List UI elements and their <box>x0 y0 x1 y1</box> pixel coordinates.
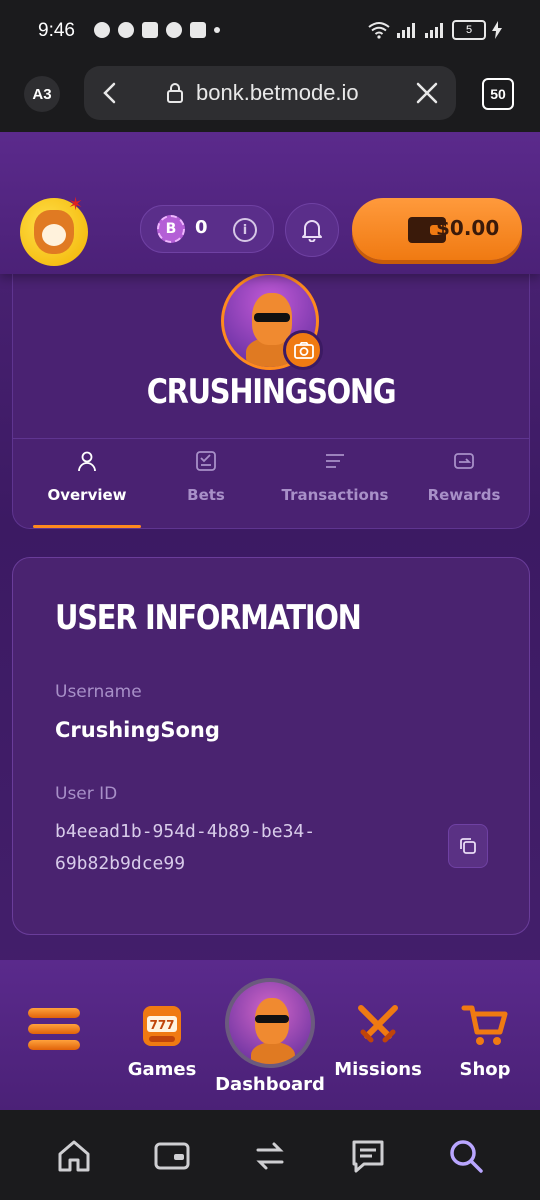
tab-transactions-label: Transactions <box>281 486 389 504</box>
tab-overview[interactable]: Overview <box>33 440 141 528</box>
nav-missions[interactable]: Missions <box>334 1000 422 1080</box>
browser-bottom-bar <box>0 1110 540 1200</box>
wallet-balance: $0.00 <box>436 216 500 240</box>
back-icon[interactable] <box>102 81 118 105</box>
section-title: USER INFORMATION <box>55 598 362 638</box>
slot-machine-icon: 777 <box>143 1006 181 1046</box>
crossed-swords-icon <box>358 1005 398 1043</box>
bonk-balance-pill[interactable]: B 0 i <box>140 205 274 253</box>
nav-dashboard[interactable]: Dashboard <box>214 960 326 1095</box>
logo-spark-icon: ✶ <box>68 194 84 215</box>
dashboard-avatar <box>225 978 315 1068</box>
profile-tabs: Overview Bets Transactions Rewards <box>13 440 529 528</box>
browser-toolbar: A3 bonk.betmode.io 50 <box>0 60 540 132</box>
signal-icon <box>397 23 415 38</box>
nav-dashboard-label: Dashboard <box>215 1074 325 1095</box>
site-header: ✶ B 0 i $0.00 <box>0 132 540 274</box>
tab-bets[interactable]: Bets <box>157 440 255 528</box>
nav-missions-label: Missions <box>334 1059 422 1080</box>
notification-icons <box>94 22 220 38</box>
avatar-sunglasses <box>254 313 290 322</box>
divider <box>13 438 529 439</box>
tab-overview-label: Overview <box>47 486 127 504</box>
youtube-icon <box>190 22 206 38</box>
wallet-button[interactable]: $0.00 <box>352 198 522 260</box>
battery-indicator: 5 <box>452 20 486 40</box>
wallet-card-icon[interactable] <box>152 1136 192 1176</box>
change-avatar-button[interactable] <box>283 330 323 370</box>
close-icon[interactable] <box>416 82 438 104</box>
nav-games[interactable]: 777 Games <box>124 1000 200 1080</box>
browser-profile-badge[interactable]: A3 <box>24 76 60 112</box>
tab-bets-label: Bets <box>187 486 225 504</box>
url-text[interactable]: bonk.betmode.io <box>196 80 359 106</box>
charging-icon <box>492 21 502 39</box>
system-icons: 5 <box>368 20 502 40</box>
bonk-balance: 0 <box>195 217 208 238</box>
username-label: Username <box>55 682 142 702</box>
bonk-logo[interactable]: ✶ <box>20 194 88 266</box>
rewards-icon <box>454 453 474 469</box>
menu-button[interactable] <box>28 1008 80 1050</box>
site-bottom-nav: 777 Games Dashboard Missions Shop <box>0 960 540 1110</box>
list-icon <box>326 454 344 468</box>
more-notifications-dot <box>214 27 220 33</box>
swap-icon[interactable] <box>250 1136 290 1176</box>
tab-rewards[interactable]: Rewards <box>415 440 513 528</box>
nav-shop-label: Shop <box>459 1059 511 1080</box>
info-icon[interactable]: i <box>233 218 257 242</box>
whatsapp-icon <box>94 22 110 38</box>
logo-dog-face <box>42 224 66 246</box>
shopping-cart-icon <box>461 1005 508 1045</box>
nav-games-label: Games <box>127 1059 197 1080</box>
nav-shop[interactable]: Shop <box>452 1000 518 1080</box>
status-time: 9:46 <box>38 20 75 41</box>
messenger-icon <box>118 22 134 38</box>
tab-rewards-label: Rewards <box>427 486 501 504</box>
tab-transactions[interactable]: Transactions <box>275 440 395 528</box>
signal-icon-2 <box>425 23 443 38</box>
camera-icon <box>294 342 314 359</box>
tab-count-button[interactable]: 50 <box>482 78 514 110</box>
site-content: ✶ B 0 i $0.00 CRUSHINGSONG Overview Bets… <box>0 132 540 1110</box>
ticket-check-icon <box>196 451 216 471</box>
copy-userid-button[interactable] <box>448 824 488 868</box>
chat-icon[interactable] <box>348 1136 388 1176</box>
bell-icon <box>302 220 322 242</box>
profile-card: CRUSHINGSONG Overview Bets Transactions … <box>12 262 530 529</box>
bonk-coin-icon: B <box>157 215 185 243</box>
userid-label: User ID <box>55 784 118 804</box>
discord-icon <box>142 22 158 38</box>
copy-icon <box>460 838 476 854</box>
active-tab-indicator <box>33 525 141 528</box>
search-icon[interactable] <box>446 1136 486 1176</box>
userid-value: b4eead1b-954d-4b89-be34-69b82b9dce99 <box>55 821 316 874</box>
notifications-button[interactable] <box>285 203 339 257</box>
user-icon <box>78 451 96 472</box>
user-information-card: USER INFORMATION Username CrushingSong U… <box>12 557 530 935</box>
svg-text:777: 777 <box>149 1018 174 1032</box>
profile-username: CRUSHINGSONG <box>146 372 397 412</box>
telegram-icon <box>166 22 182 38</box>
home-icon[interactable] <box>54 1136 94 1176</box>
hamburger-icon <box>28 1008 80 1050</box>
status-bar: 9:46 5 <box>0 0 540 60</box>
lock-icon <box>167 83 183 103</box>
wifi-icon <box>368 22 390 39</box>
address-bar[interactable]: bonk.betmode.io <box>84 66 456 120</box>
username-value: CrushingSong <box>55 718 220 742</box>
